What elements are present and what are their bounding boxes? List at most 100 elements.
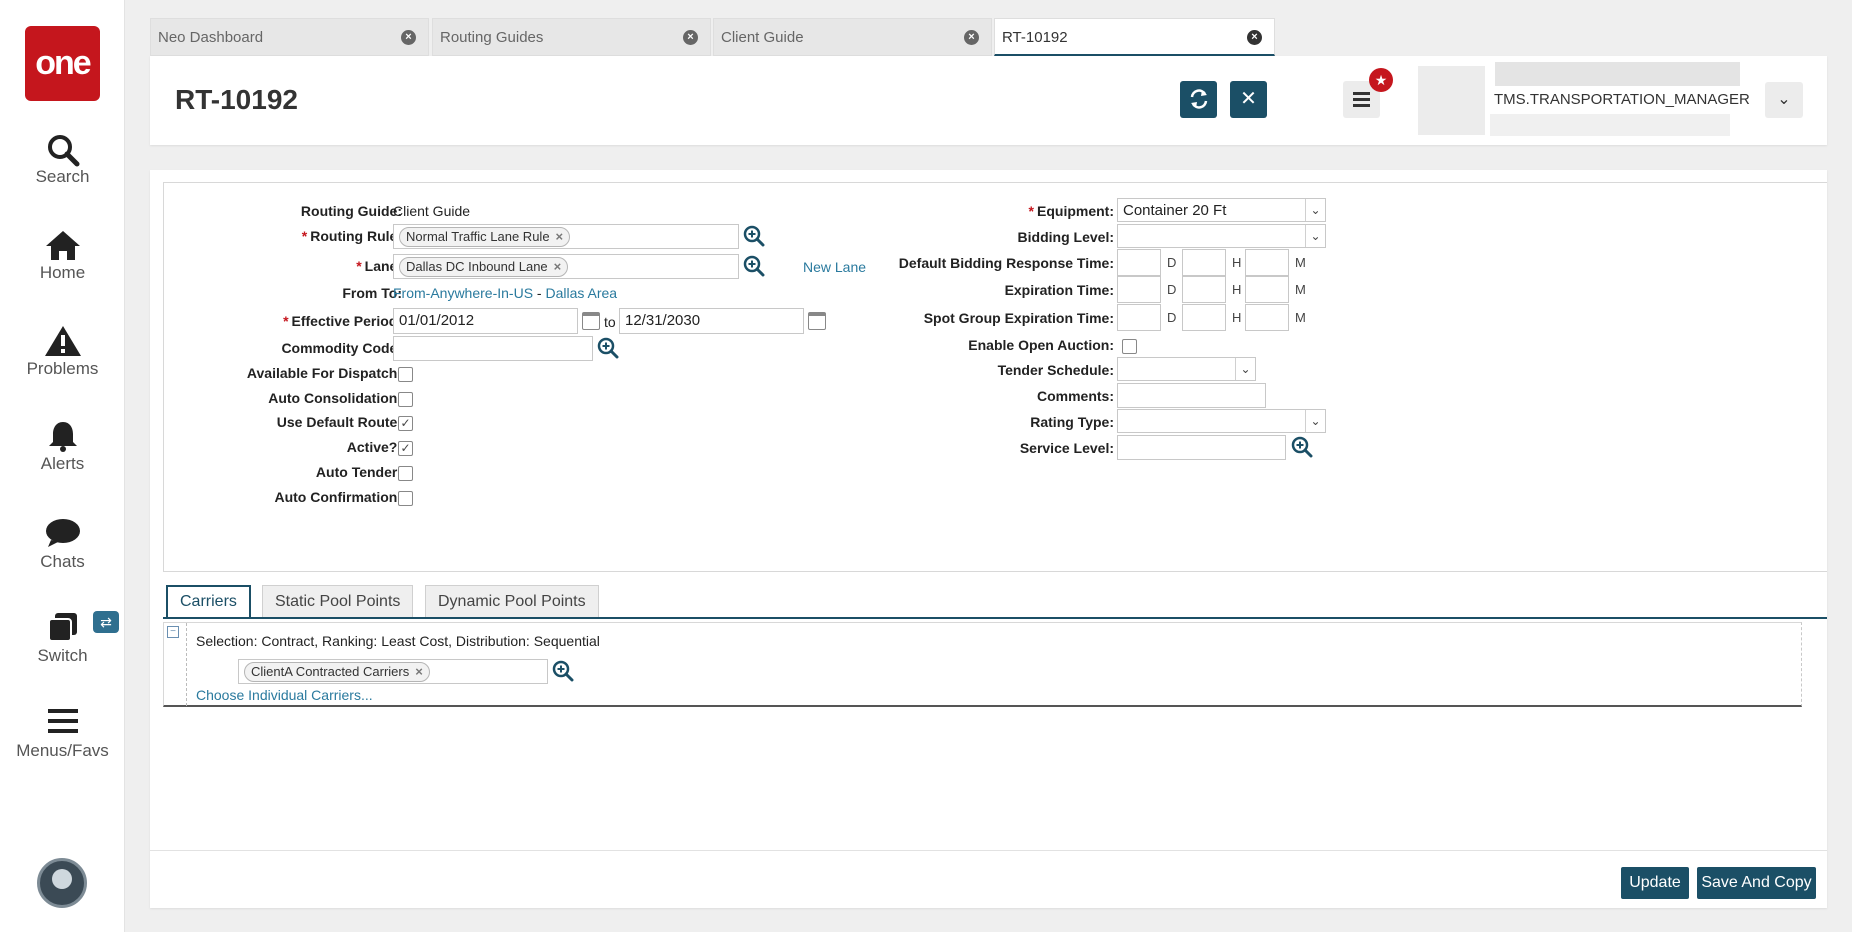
- footer-divider: [150, 850, 1827, 851]
- update-button[interactable]: Update: [1621, 867, 1689, 899]
- zoom-search-icon[interactable]: [743, 255, 765, 277]
- nav-menus-favs-label: Menus/Favs: [16, 741, 109, 760]
- bell-icon: [48, 422, 77, 452]
- chevron-down-icon[interactable]: ⌄: [1235, 358, 1255, 380]
- user-avatar[interactable]: [37, 858, 87, 908]
- spot-hours-input[interactable]: [1182, 304, 1226, 331]
- equipment-select[interactable]: Container 20 Ft ⌄: [1117, 198, 1326, 222]
- refresh-icon: [1190, 89, 1207, 109]
- tender-schedule-select[interactable]: ⌄: [1117, 357, 1256, 381]
- spot-group-expiration-time-label: Spot Group Expiration Time:: [923, 310, 1114, 326]
- bidding-level-select[interactable]: ⌄: [1117, 224, 1326, 248]
- zoom-search-icon[interactable]: [597, 337, 619, 359]
- close-tab-icon[interactable]: ×: [1247, 30, 1262, 45]
- unit-minutes: M: [1295, 255, 1306, 270]
- active-checkbox[interactable]: ✓: [398, 441, 413, 456]
- chevron-down-icon[interactable]: ⌄: [1305, 410, 1325, 432]
- spot-minutes-input[interactable]: [1245, 304, 1289, 331]
- close-tab-icon[interactable]: ×: [401, 30, 416, 45]
- enable-open-auction-checkbox[interactable]: [1122, 339, 1137, 354]
- user-name-redacted: [1495, 62, 1740, 86]
- selection-summary: Selection: Contract, Ranking: Least Cost…: [196, 633, 600, 649]
- effective-end-input[interactable]: 12/31/2030: [619, 308, 804, 334]
- tab-static-pool-points[interactable]: Static Pool Points: [262, 585, 414, 618]
- from-location-link[interactable]: From-Anywhere-In-US: [393, 285, 533, 301]
- tab-rt-10192[interactable]: RT-10192 ×: [994, 18, 1275, 56]
- refresh-button[interactable]: [1180, 81, 1217, 118]
- carrier-group-field[interactable]: ClientA Contracted Carriers ×: [238, 659, 548, 684]
- rating-type-select[interactable]: ⌄: [1117, 409, 1326, 433]
- calendar-icon[interactable]: [808, 312, 826, 330]
- auto-consolidation-checkbox[interactable]: [398, 392, 413, 407]
- routing-guide-value: Client Guide: [393, 203, 471, 219]
- auto-tender-label: Auto Tender:: [315, 464, 402, 480]
- equipment-label: * Equipment:: [1028, 203, 1114, 219]
- tab-routing-guides[interactable]: Routing Guides ×: [432, 18, 711, 56]
- commodity-code-input[interactable]: [393, 336, 593, 361]
- nav-alerts[interactable]: Alerts: [0, 420, 125, 474]
- close-icon: ✕: [1240, 88, 1257, 110]
- tab-neo-dashboard[interactable]: Neo Dashboard ×: [150, 18, 429, 56]
- lane-field[interactable]: Dallas DC Inbound Lane ×: [393, 254, 739, 279]
- effective-start-input[interactable]: 01/01/2012: [393, 308, 578, 334]
- zoom-search-icon[interactable]: [552, 660, 574, 682]
- chevron-down-icon[interactable]: ⌄: [1305, 225, 1325, 247]
- carrier-group-chip[interactable]: ClientA Contracted Carriers ×: [244, 662, 430, 682]
- nav-chats[interactable]: Chats: [0, 518, 125, 572]
- auto-consolidation-label: Auto Consolidation:: [268, 390, 402, 406]
- use-default-route-label: Use Default Route:: [276, 414, 402, 430]
- switch-arrows-icon[interactable]: ⇄: [93, 611, 119, 633]
- available-for-dispatch-label: Available For Dispatch:: [246, 365, 402, 381]
- one-logo[interactable]: one: [25, 26, 100, 101]
- calendar-icon[interactable]: [582, 312, 600, 330]
- lane-chip[interactable]: Dallas DC Inbound Lane ×: [399, 257, 569, 277]
- use-default-route-checkbox[interactable]: ✓: [398, 416, 413, 431]
- to-word: to: [604, 314, 616, 330]
- switch-icon: [47, 613, 77, 642]
- remove-chip-icon[interactable]: ×: [556, 229, 564, 244]
- bidding-minutes-input[interactable]: [1245, 249, 1289, 276]
- tab-client-guide[interactable]: Client Guide ×: [713, 18, 992, 56]
- save-and-copy-button[interactable]: Save And Copy: [1697, 867, 1816, 899]
- close-tab-icon[interactable]: ×: [683, 30, 698, 45]
- bidding-hours-input[interactable]: [1182, 249, 1226, 276]
- comments-input[interactable]: [1117, 383, 1266, 408]
- tab-label: Client Guide: [721, 29, 804, 46]
- choose-individual-carriers-link[interactable]: Choose Individual Carriers...: [196, 687, 373, 703]
- user-menu-button[interactable]: ⌄: [1765, 82, 1803, 118]
- tab-carriers[interactable]: Carriers: [166, 585, 251, 619]
- remove-chip-icon[interactable]: ×: [415, 664, 423, 679]
- to-location-link[interactable]: Dallas Area: [545, 285, 617, 301]
- new-lane-link[interactable]: New Lane: [803, 259, 866, 275]
- expiration-minutes-input[interactable]: [1245, 276, 1289, 303]
- nav-problems[interactable]: Problems: [0, 325, 125, 379]
- bidding-level-label: Bidding Level:: [1017, 229, 1114, 245]
- spot-days-input[interactable]: [1117, 304, 1161, 331]
- zoom-search-icon[interactable]: [743, 225, 765, 247]
- favorite-star-icon[interactable]: ★: [1369, 68, 1393, 92]
- unit-hours: H: [1232, 310, 1242, 325]
- nav-home[interactable]: Home: [0, 229, 125, 283]
- nav-search[interactable]: Search: [0, 133, 125, 187]
- auto-confirmation-checkbox[interactable]: [398, 491, 413, 506]
- expiration-days-input[interactable]: [1117, 276, 1161, 303]
- close-tab-icon[interactable]: ×: [964, 30, 979, 45]
- nav-problems-label: Problems: [26, 359, 99, 378]
- remove-chip-icon[interactable]: ×: [554, 259, 562, 274]
- routing-rule-field[interactable]: Normal Traffic Lane Rule ×: [393, 224, 739, 249]
- zoom-search-icon[interactable]: [1291, 436, 1313, 458]
- available-for-dispatch-checkbox[interactable]: [398, 367, 413, 382]
- auto-tender-checkbox[interactable]: [398, 466, 413, 481]
- routing-rule-chip[interactable]: Normal Traffic Lane Rule ×: [399, 227, 571, 247]
- service-level-input[interactable]: [1117, 435, 1286, 460]
- nav-menus-favs[interactable]: Menus/Favs: [0, 707, 125, 761]
- bidding-days-input[interactable]: [1117, 249, 1161, 276]
- tab-dynamic-pool-points[interactable]: Dynamic Pool Points: [425, 585, 599, 618]
- chevron-down-icon[interactable]: ⌄: [1305, 199, 1325, 221]
- commodity-code-label: Commodity Code:: [281, 340, 402, 356]
- expiration-time-label: Expiration Time:: [1004, 282, 1114, 298]
- page-header: RT-10192 ✕ ★ TMS.TRANSPORTATION_MANAGER …: [150, 56, 1827, 145]
- expiration-hours-input[interactable]: [1182, 276, 1226, 303]
- collapse-icon[interactable]: −: [167, 626, 179, 638]
- close-button[interactable]: ✕: [1230, 81, 1267, 118]
